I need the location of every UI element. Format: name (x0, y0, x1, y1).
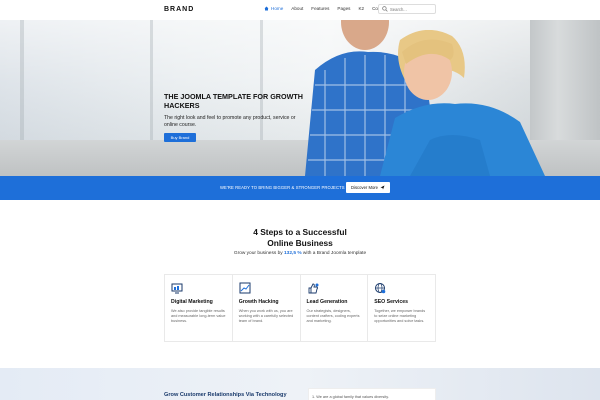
card-text: We also provide tangible results and mea… (171, 309, 226, 323)
nav-label-features: Features (311, 6, 330, 11)
card-title: Growth Hacking (238, 299, 279, 305)
card-text: Our strategists, designers, content craf… (306, 309, 360, 323)
growth-hacking-icon (239, 282, 251, 294)
card-growth-hacking[interactable]: Growth Hacking When you work with us, yo… (233, 275, 301, 341)
lead-generation-icon (308, 283, 318, 294)
nav-label-home: Home (271, 6, 284, 11)
cta-banner: WE'RE READY TO BRING BIGGER & STRONGER P… (0, 176, 600, 200)
hero-woman-illustration (380, 30, 545, 176)
buy-brand-button[interactable]: Buy Brand (164, 133, 196, 142)
nav-label-about: About (291, 6, 304, 11)
steps-sub-after: with a Brand Joomla template (301, 251, 367, 256)
nav-item-about[interactable]: About (287, 6, 307, 11)
card-lead-generation[interactable]: Lead Generation Our strategists, designe… (301, 275, 369, 341)
digital-marketing-icon (171, 283, 183, 294)
steps-heading-line2: Online Business (267, 237, 333, 248)
growth-percentage: 132,5 % (283, 251, 302, 256)
search-icon (382, 6, 388, 12)
steps-heading-line1: 4 Steps to a Successful (253, 227, 347, 237)
banner-text: WE'RE READY TO BRING BIGGER & STRONGER P… (220, 185, 345, 190)
nav-label-pages: Pages (337, 6, 351, 11)
steps-heading: 4 Steps to a Successful Online Business (0, 227, 600, 248)
card-seo-services[interactable]: SEO Services Together, we empower brands… (368, 275, 435, 341)
hero-subtitle: The right look and feel to promote any p… (164, 115, 296, 128)
search-input[interactable] (390, 6, 434, 12)
nav-item-features[interactable]: Features (307, 6, 333, 11)
steps-sub-before: Grow your business by (233, 251, 284, 256)
discover-more-button[interactable]: Discover More (346, 182, 390, 193)
bottom-heading: Grow Customer Relationships Via Technolo… (164, 392, 287, 398)
send-icon (380, 185, 385, 190)
card-title: Lead Generation (306, 299, 348, 305)
steps-cards: Digital Marketing We also provide tangib… (164, 274, 436, 342)
bottom-section (0, 368, 600, 400)
card-digital-marketing[interactable]: Digital Marketing We also provide tangib… (165, 275, 233, 341)
steps-subheading: Grow your business by 132,5 % with a Bra… (0, 251, 600, 256)
seo-services-icon (375, 283, 386, 294)
brand-logo[interactable]: BRAND (164, 6, 194, 13)
bottom-accordion-text: 1. We are a global family that values di… (312, 395, 389, 399)
discover-more-label: Discover More (351, 185, 378, 190)
nav-item-k2[interactable]: K2 (354, 6, 368, 11)
nav-label-k2: K2 (358, 6, 365, 11)
card-text: When you work with us, you are working w… (238, 309, 294, 323)
window-frame (150, 20, 153, 140)
hero-title: THE JOOMLA TEMPLATE FOR GROWTH HACKERS (164, 92, 303, 110)
card-text: Together, we empower brands to seize onl… (374, 309, 426, 323)
card-title: SEO Services (374, 299, 408, 305)
search-box (378, 4, 436, 14)
main-nav: Home About Features Pages K2 Contact (260, 6, 392, 11)
card-title: Digital Marketing (171, 299, 213, 305)
home-icon (264, 6, 269, 11)
nav-item-home[interactable]: Home (260, 6, 287, 11)
window-frame (20, 20, 24, 140)
site-header: BRAND Home About Features Pages K2 Conta… (0, 0, 600, 20)
nav-item-pages[interactable]: Pages (333, 6, 354, 11)
hero-section: THE JOOMLA TEMPLATE FOR GROWTH HACKERS T… (0, 20, 600, 176)
